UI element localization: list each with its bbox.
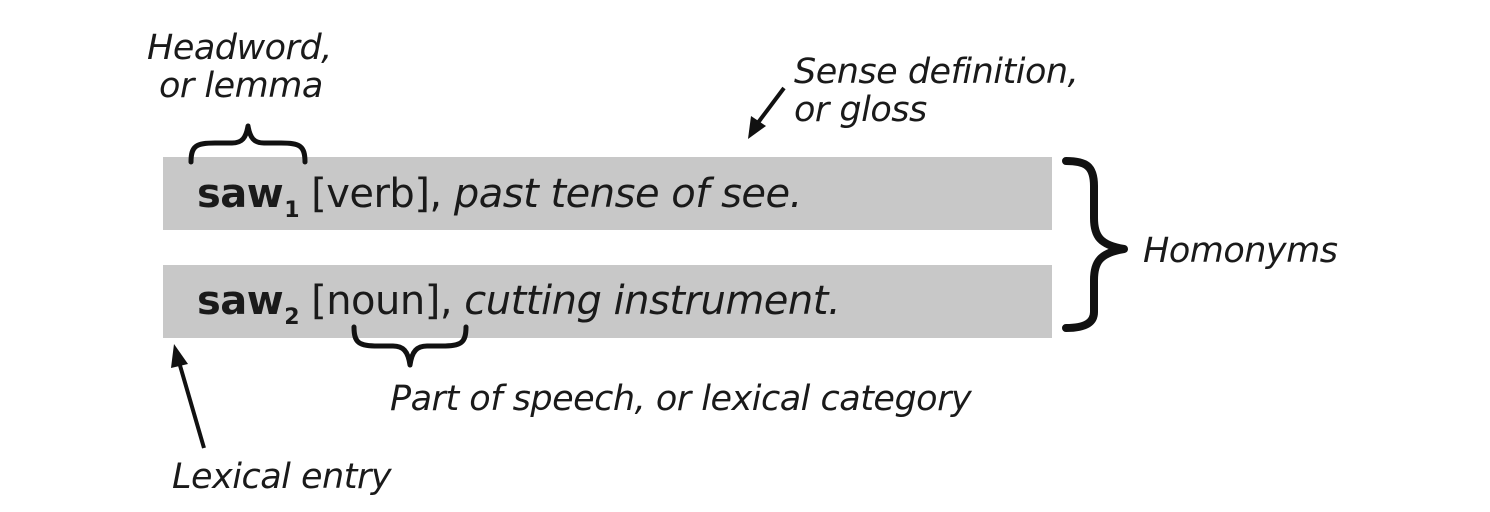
lexical-entry-arrow-head — [171, 344, 188, 368]
sense-arrow-shaft — [755, 86, 786, 126]
sense-arrow-head — [748, 116, 766, 139]
lexical-entry-arrow-shaft — [177, 361, 206, 449]
headword-brace — [188, 123, 308, 165]
annotation-overlay — [171, 86, 1128, 449]
homonyms-brace — [1062, 157, 1128, 332]
part-of-speech-brace — [351, 324, 469, 368]
